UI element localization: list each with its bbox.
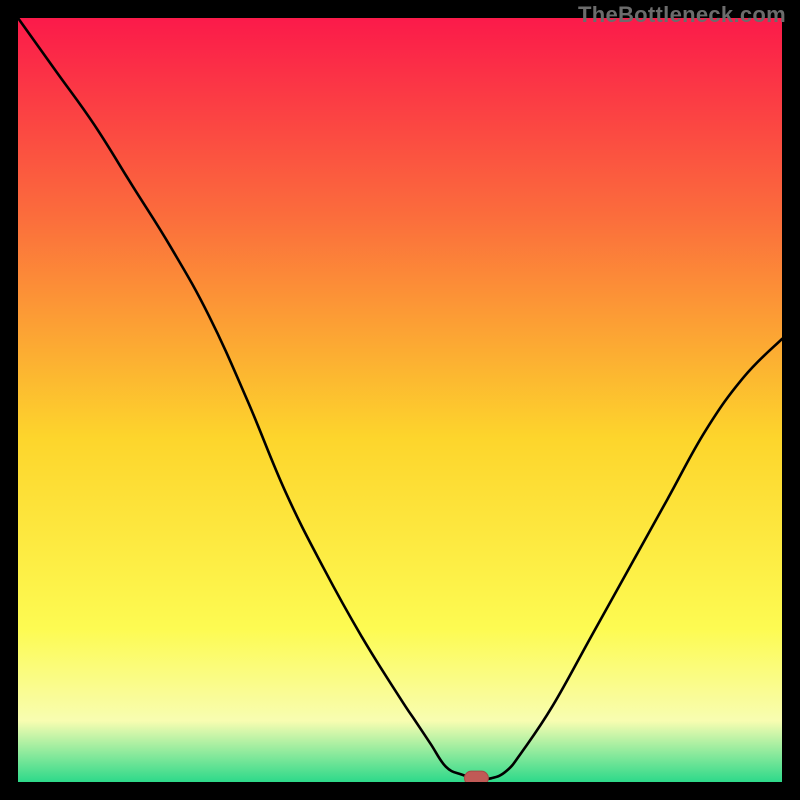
- gradient-background: [18, 18, 782, 782]
- chart-frame: TheBottleneck.com: [0, 0, 800, 800]
- plot-area: [18, 18, 782, 782]
- optimal-marker: [464, 771, 488, 782]
- chart-svg: [18, 18, 782, 782]
